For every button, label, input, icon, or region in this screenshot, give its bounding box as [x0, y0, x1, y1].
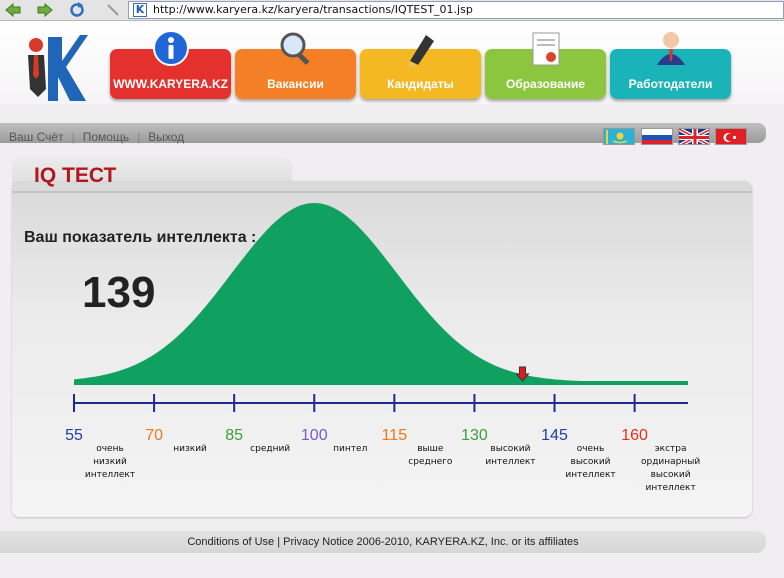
tick-label: 100 — [301, 427, 328, 444]
category-label: ординарный — [641, 457, 700, 467]
tick-label: 145 — [541, 427, 568, 444]
footer[interactable]: Conditions of Use | Privacy Notice 2006-… — [0, 531, 766, 553]
category-label: высокий — [571, 457, 611, 467]
curve-baseline — [74, 381, 688, 385]
category-label: интеллект — [485, 457, 535, 467]
category-label: высокий — [651, 470, 691, 480]
category-label: очень — [96, 444, 124, 454]
category-label: высокий — [490, 444, 530, 454]
category-label: пинтел — [333, 444, 367, 454]
category-label: среднего — [408, 457, 453, 467]
category-label: интеллект — [565, 470, 615, 480]
score-label: Ваш показатель интеллекта : — [24, 229, 257, 246]
tick-label: 85 — [225, 427, 243, 444]
tick-label: 130 — [461, 427, 488, 444]
tick-label: 70 — [145, 427, 163, 444]
category-label: экстра — [655, 444, 687, 454]
score-value: 139 — [82, 268, 156, 317]
category-label: средний — [250, 444, 290, 454]
category-label: выше — [417, 444, 444, 454]
category-label: интеллект — [85, 470, 135, 480]
category-label: интеллект — [645, 483, 695, 493]
tick-label: 55 — [65, 427, 83, 444]
category-label: низкий — [93, 457, 127, 467]
category-label: низкий — [173, 444, 207, 454]
tick-label: 115 — [382, 427, 408, 444]
tick-label: 160 — [621, 427, 648, 444]
category-label: очень — [577, 444, 605, 454]
